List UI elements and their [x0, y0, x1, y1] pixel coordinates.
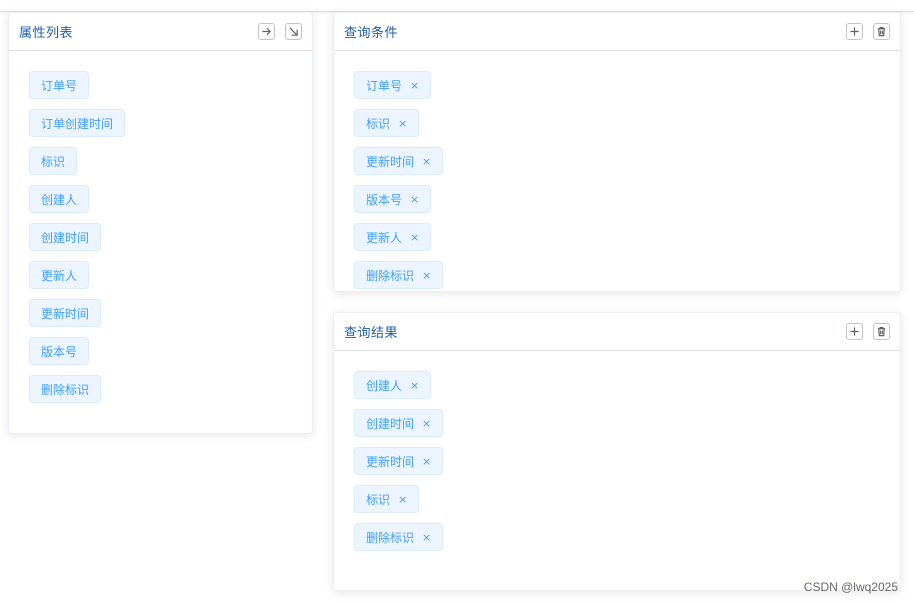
query-results-header: 查询结果	[334, 313, 900, 351]
trash-icon[interactable]	[873, 23, 890, 40]
plus-icon[interactable]	[846, 323, 863, 340]
close-icon[interactable]: ×	[422, 270, 431, 281]
close-icon[interactable]: ×	[398, 118, 407, 129]
condition-tag[interactable]: 版本号 ×	[354, 185, 432, 213]
arrow-down-right-icon[interactable]	[285, 23, 302, 40]
attribute-tag[interactable]: 订单创建时间	[29, 109, 126, 137]
condition-tag-label: 更新时间	[366, 154, 415, 169]
result-tag-label: 标识	[366, 492, 391, 507]
query-results-tools	[846, 323, 890, 340]
attribute-tag[interactable]: 删除标识	[29, 375, 102, 403]
result-tag-label: 创建人	[366, 378, 403, 393]
attribute-tag[interactable]: 创建人	[29, 185, 90, 213]
condition-tag-label: 更新人	[366, 230, 403, 245]
attribute-tag[interactable]: 版本号	[29, 337, 90, 365]
condition-tag[interactable]: 订单号 ×	[354, 71, 432, 99]
attribute-tag[interactable]: 标识	[29, 147, 78, 175]
result-tag-label: 删除标识	[366, 530, 415, 545]
close-icon[interactable]: ×	[422, 156, 431, 167]
result-tag-label: 更新时间	[366, 454, 415, 469]
query-conditions-tools	[846, 23, 890, 40]
close-icon[interactable]: ×	[422, 418, 431, 429]
condition-tag[interactable]: 标识 ×	[354, 109, 420, 137]
attribute-tag[interactable]: 订单号	[29, 71, 90, 99]
plus-icon[interactable]	[846, 23, 863, 40]
arrow-right-icon[interactable]	[258, 23, 275, 40]
query-conditions-list: 订单号 × 标识 × 更新时间 × 版本号 × 更新人 × 删除标识 ×	[334, 51, 900, 291]
attribute-tag[interactable]: 更新人	[29, 261, 90, 289]
attribute-tag[interactable]: 创建时间	[29, 223, 102, 251]
top-divider	[0, 0, 914, 12]
query-results-panel: 查询结果 创建人 × 创建时间 × 更新时间 × 标识 × 删除标识 ×	[333, 312, 901, 591]
attributes-panel-header: 属性列表	[9, 13, 312, 51]
close-icon[interactable]: ×	[410, 194, 419, 205]
close-icon[interactable]: ×	[410, 80, 419, 91]
condition-tag-label: 订单号	[366, 78, 403, 93]
query-conditions-panel: 查询条件 订单号 × 标识 × 更新时间 × 版本号 × 更新人 × 删除标识 ×	[333, 12, 901, 292]
close-icon[interactable]: ×	[422, 456, 431, 467]
watermark: CSDN @lwq2025	[803, 580, 898, 594]
result-tag[interactable]: 创建人 ×	[354, 371, 432, 399]
close-icon[interactable]: ×	[410, 232, 419, 243]
close-icon[interactable]: ×	[410, 380, 419, 391]
query-conditions-title: 查询条件	[344, 26, 399, 41]
query-conditions-header: 查询条件	[334, 13, 900, 51]
result-tag[interactable]: 创建时间 ×	[354, 409, 444, 437]
close-icon[interactable]: ×	[398, 494, 407, 505]
query-results-list: 创建人 × 创建时间 × 更新时间 × 标识 × 删除标识 ×	[334, 351, 900, 561]
condition-tag[interactable]: 删除标识 ×	[354, 261, 444, 289]
attribute-tag[interactable]: 更新时间	[29, 299, 102, 327]
trash-icon[interactable]	[873, 323, 890, 340]
result-tag[interactable]: 标识 ×	[354, 485, 420, 513]
result-tag-label: 创建时间	[366, 416, 415, 431]
attributes-panel-tools	[258, 23, 302, 40]
condition-tag-label: 版本号	[366, 192, 403, 207]
attributes-list: 订单号 订单创建时间 标识 创建人 创建时间 更新人 更新时间 版本号 删除标识	[9, 51, 312, 413]
query-results-title: 查询结果	[344, 326, 399, 341]
condition-tag[interactable]: 更新时间 ×	[354, 147, 444, 175]
result-tag[interactable]: 删除标识 ×	[354, 523, 444, 551]
condition-tag-label: 标识	[366, 116, 391, 131]
attributes-panel: 属性列表 订单号 订单创建时间 标识 创建人 创建时间 更新人 更新时间 版本号…	[8, 12, 313, 434]
result-tag[interactable]: 更新时间 ×	[354, 447, 444, 475]
condition-tag-label: 删除标识	[366, 268, 415, 283]
attributes-panel-title: 属性列表	[19, 26, 74, 41]
condition-tag[interactable]: 更新人 ×	[354, 223, 432, 251]
close-icon[interactable]: ×	[422, 532, 431, 543]
